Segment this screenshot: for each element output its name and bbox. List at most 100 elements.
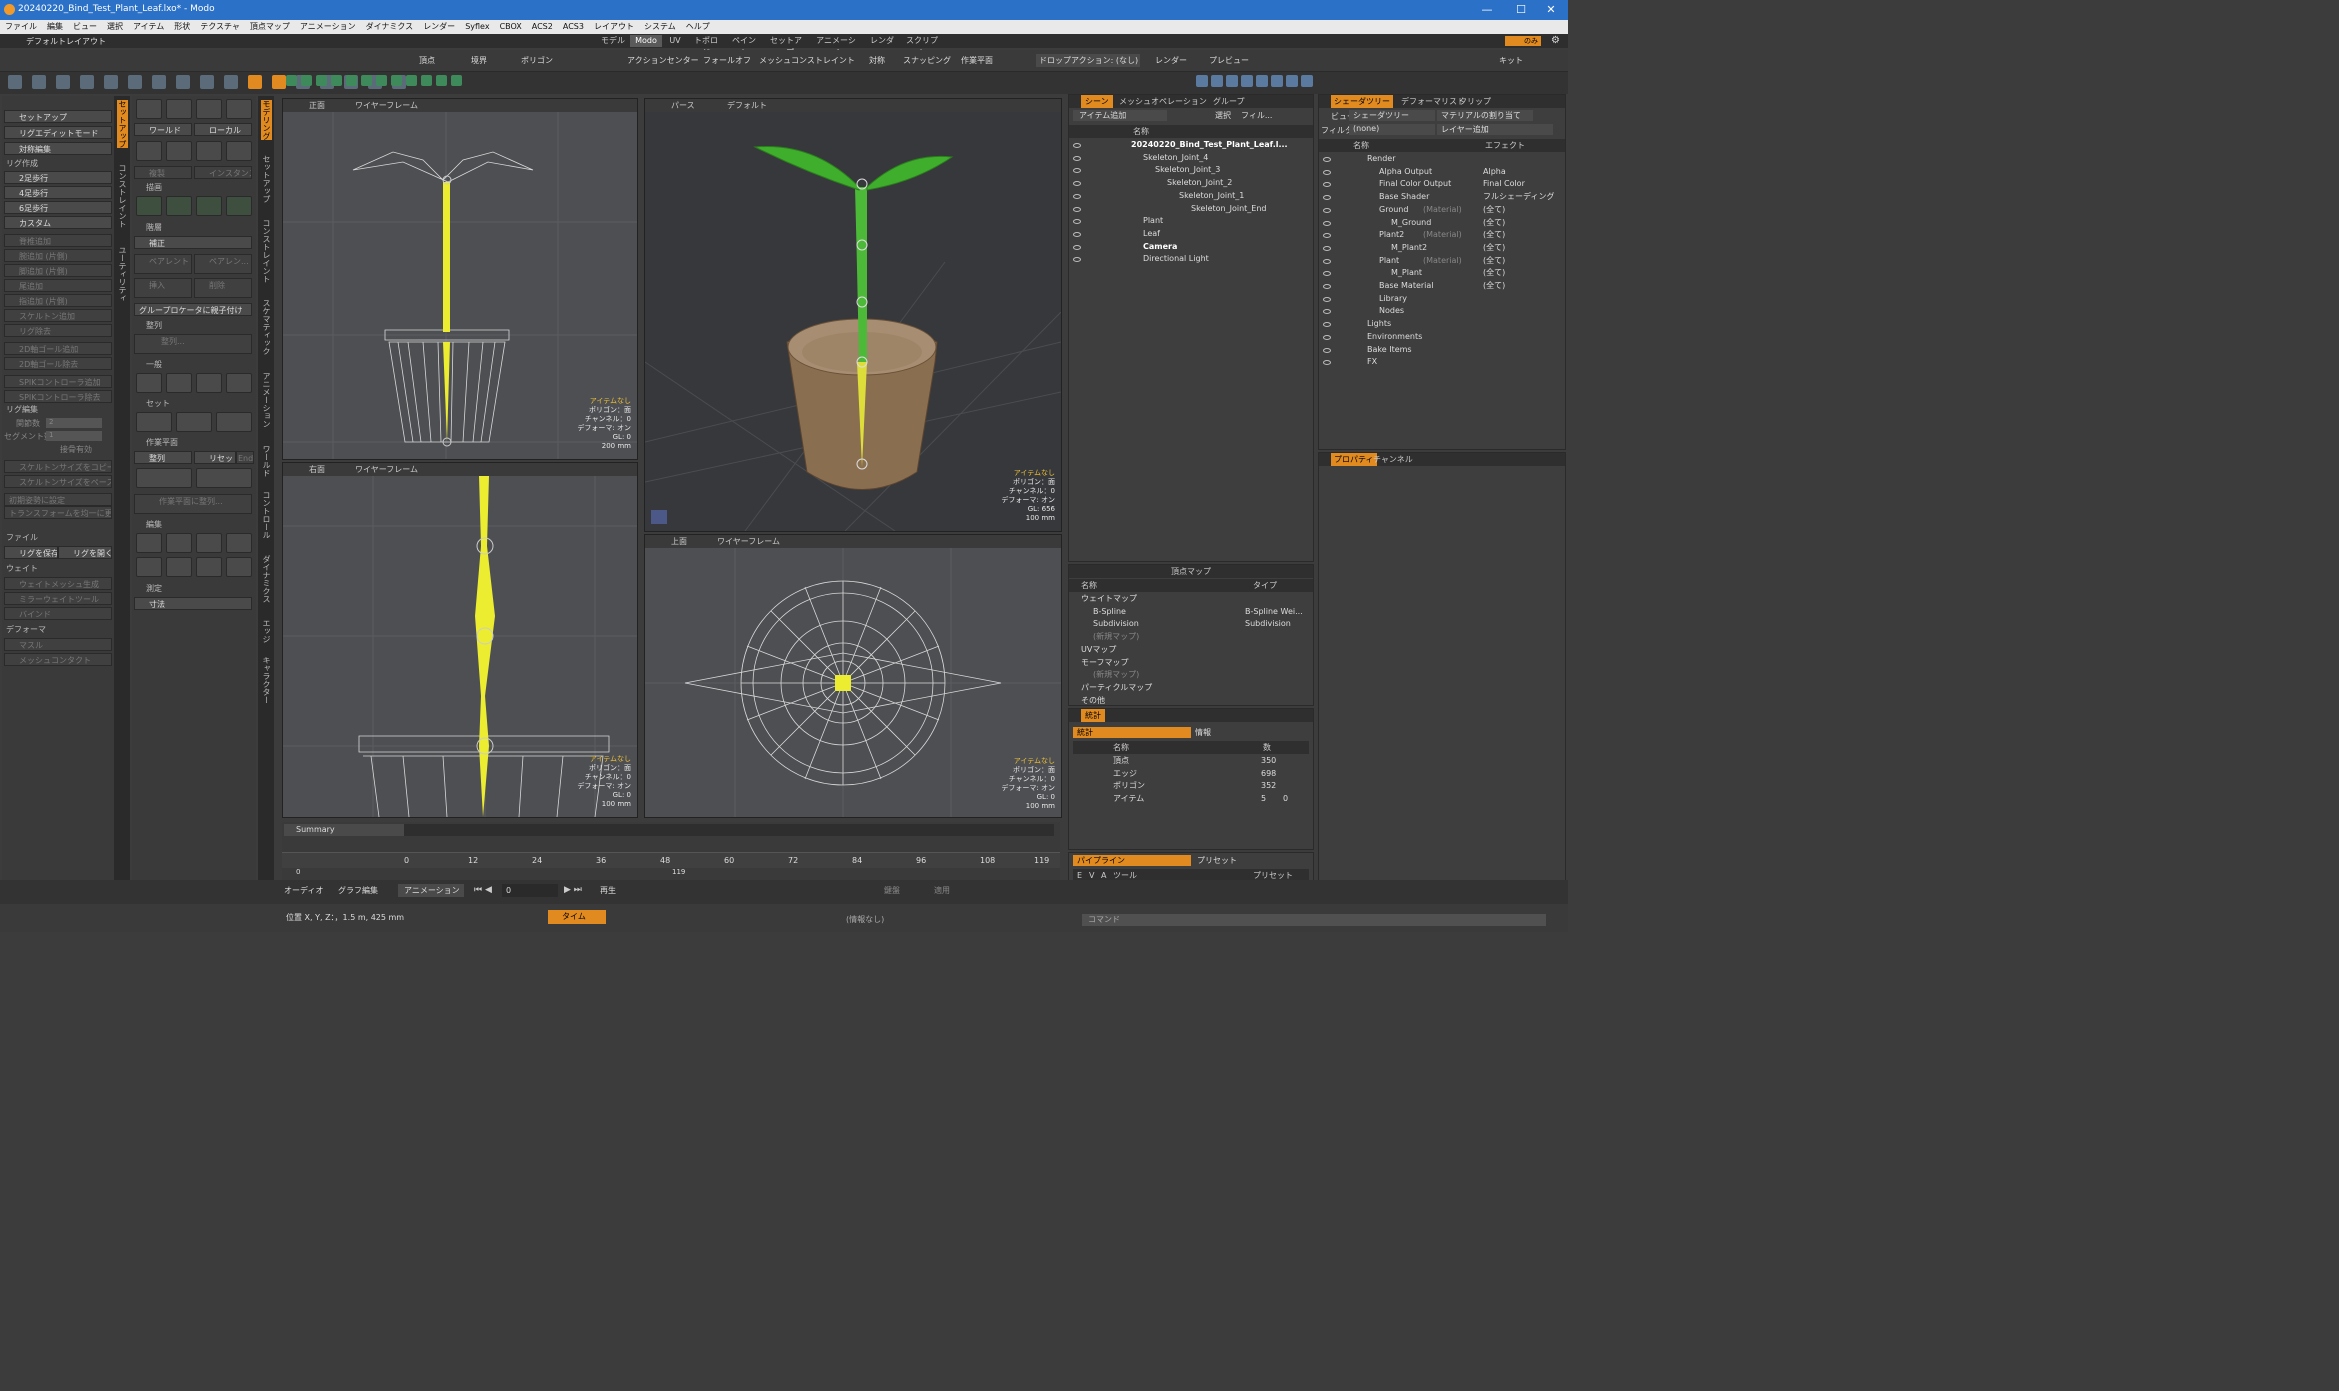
visibility-eye-icon[interactable] [1073,231,1081,237]
bone-enable-checkbox[interactable]: 接骨有効 [60,444,92,455]
visibility-eye-icon[interactable] [1323,347,1331,353]
tab-channels[interactable]: チャンネル [1373,453,1413,466]
transform-tool-button[interactable] [226,99,252,119]
deformer-button[interactable]: メッシュコンタクト [4,653,112,666]
shader-item[interactable]: Plant [1379,255,1399,267]
workplane-tool-button[interactable] [136,468,192,488]
summary-track[interactable]: Summary [284,824,404,836]
viewport-perspective[interactable]: パース デフォルト アイテムなし ポリゴン：面 チャンネル：0 デフォーマ: オン GL… [644,98,1062,532]
draw-tool-button[interactable] [226,196,252,216]
menu-item[interactable]: ダイナミクス [361,20,419,34]
scene-item[interactable]: Camera [1143,241,1177,253]
rig-state-button[interactable]: トランスフォームを均一に更新 [4,506,112,519]
rig-add-button[interactable]: 脊椎追加 [4,234,112,247]
weight-button[interactable]: ミラーウェイトツール [4,592,112,605]
snap-icon[interactable] [436,75,447,86]
menu-item[interactable]: レンダー [418,20,460,34]
step-forward-icon[interactable]: ▶ ⏭ [564,885,582,895]
tab-group[interactable]: グループ [1213,95,1245,108]
menu-item[interactable]: ファイル [0,20,42,34]
render-icon[interactable] [1211,75,1223,87]
menu-item[interactable]: ビュー [68,20,102,34]
render-icon[interactable] [1286,75,1298,87]
rig-add-button[interactable]: 2D軸ゴール追加 [4,342,112,355]
toolbar-item[interactable]: ドロップアクション: (なし) [1036,54,1140,67]
tool-icon[interactable] [56,75,70,89]
visibility-eye-icon[interactable] [1323,245,1331,251]
render-icon[interactable] [1256,75,1268,87]
scene-item[interactable]: 20240220_Bind_Test_Plant_Leaf.l... [1131,139,1288,151]
general-tool-button[interactable] [196,373,222,393]
tool-tab[interactable]: コンストレイント [261,219,272,283]
snap-icon[interactable] [406,75,417,86]
create-tool-button[interactable] [226,141,252,161]
layout-tab[interactable]: セットアップ [764,35,808,57]
shader-item[interactable]: FX [1367,356,1377,368]
tool-tab[interactable]: セットアップ [261,155,272,203]
align-to-workplane-button[interactable]: 作業平面に整列... [134,494,252,514]
scene-item[interactable]: Skeleton_Joint_2 [1167,177,1232,189]
edit-tool-button[interactable] [196,533,222,553]
joint-count-field[interactable]: 2 [46,418,102,428]
vmap-name[interactable]: Subdivision [1093,618,1139,630]
correct-button[interactable]: 補正 [134,236,252,249]
scene-item[interactable]: Skeleton_Joint_3 [1155,164,1220,176]
viewport-top-mode[interactable]: ワイヤーフレーム [717,536,780,547]
shader-item[interactable]: Render [1367,153,1395,165]
rig-add-button[interactable]: SPIKコントローラ追加 [4,375,112,388]
left-tab[interactable]: セットアップ [117,100,128,148]
viewport-front-mode[interactable]: ワイヤーフレーム [355,100,418,111]
layout-tab[interactable]: トポロジ [688,35,724,57]
edit-tool-button[interactable] [136,557,162,577]
shader-item[interactable]: Base Material [1379,280,1434,292]
workplane-align-button[interactable]: 整列 [134,451,192,464]
visibility-eye-icon[interactable] [1323,157,1331,162]
stat-name[interactable]: アイテム [1113,793,1144,805]
general-tool-button[interactable] [136,373,162,393]
filter-button[interactable]: フィル... [1241,110,1272,121]
viewport-right-mode[interactable]: ワイヤーフレーム [355,464,418,475]
visibility-eye-icon[interactable] [1073,257,1081,263]
shader-item[interactable]: Alpha Output [1379,166,1432,178]
toolbar-item[interactable]: キット [1496,54,1526,67]
toolbar-item[interactable]: スナッピング [900,54,954,67]
edit-tool-button[interactable] [226,557,252,577]
shader-item[interactable]: Ground [1379,204,1408,216]
scene-item[interactable]: Plant [1143,215,1163,227]
menu-item[interactable]: システム [639,20,681,34]
visibility-eye-icon[interactable] [1323,207,1331,213]
visibility-eye-icon[interactable] [1073,193,1081,199]
align-button[interactable]: 整列... [134,334,252,354]
skeleton-size-button[interactable]: スケルトンサイズをペースト [4,475,112,488]
visibility-eye-icon[interactable] [1073,244,1081,250]
render-icon[interactable] [1241,75,1253,87]
tool-icon[interactable] [32,75,46,89]
rig-create-button[interactable]: 6足歩行 [4,201,112,214]
view-dropdown[interactable]: シェーダツリー [1349,110,1435,121]
rig-create-button[interactable]: カスタム [4,216,112,229]
snap-icon[interactable] [331,75,342,86]
select-button[interactable]: 選択 [1215,110,1231,121]
segment-count-field[interactable]: 1 [46,431,102,441]
parent-button[interactable]: ペアレント [134,254,192,274]
viewport-top[interactable]: 上面 ワイヤーフレーム アイテムなし ポリゴン：面 チャンネル：0 デフォーマ: オン… [644,534,1062,818]
toolbar-item[interactable]: 頂点 [416,54,438,67]
shader-item[interactable]: Lights [1367,318,1391,330]
snap-icon[interactable] [316,75,327,86]
tool-icon[interactable] [80,75,94,89]
render-icon[interactable] [1271,75,1283,87]
workplane-tool-button[interactable] [196,468,252,488]
tool-tab[interactable]: エッジ [261,619,272,643]
shader-effect[interactable]: (全て) [1483,255,1505,267]
create-tool-button[interactable] [196,141,222,161]
tool-icon[interactable] [272,75,286,89]
visibility-eye-icon[interactable] [1323,334,1331,340]
stat-name[interactable]: ポリゴン [1113,780,1145,792]
tool-tab[interactable]: コントロール [261,491,272,539]
scene-item[interactable]: Directional Light [1143,253,1209,265]
viewport-persp-mode[interactable]: デフォルト [727,100,767,111]
layout-tab[interactable]: Modo [630,35,662,47]
snap-icon[interactable] [286,75,297,86]
tab-clip[interactable]: クリップ [1459,95,1491,108]
viewport-right[interactable]: 右面 ワイヤーフレーム アイテムなし ポリゴン：面 チャンネル：0 デフォーマ: オン… [282,462,638,818]
